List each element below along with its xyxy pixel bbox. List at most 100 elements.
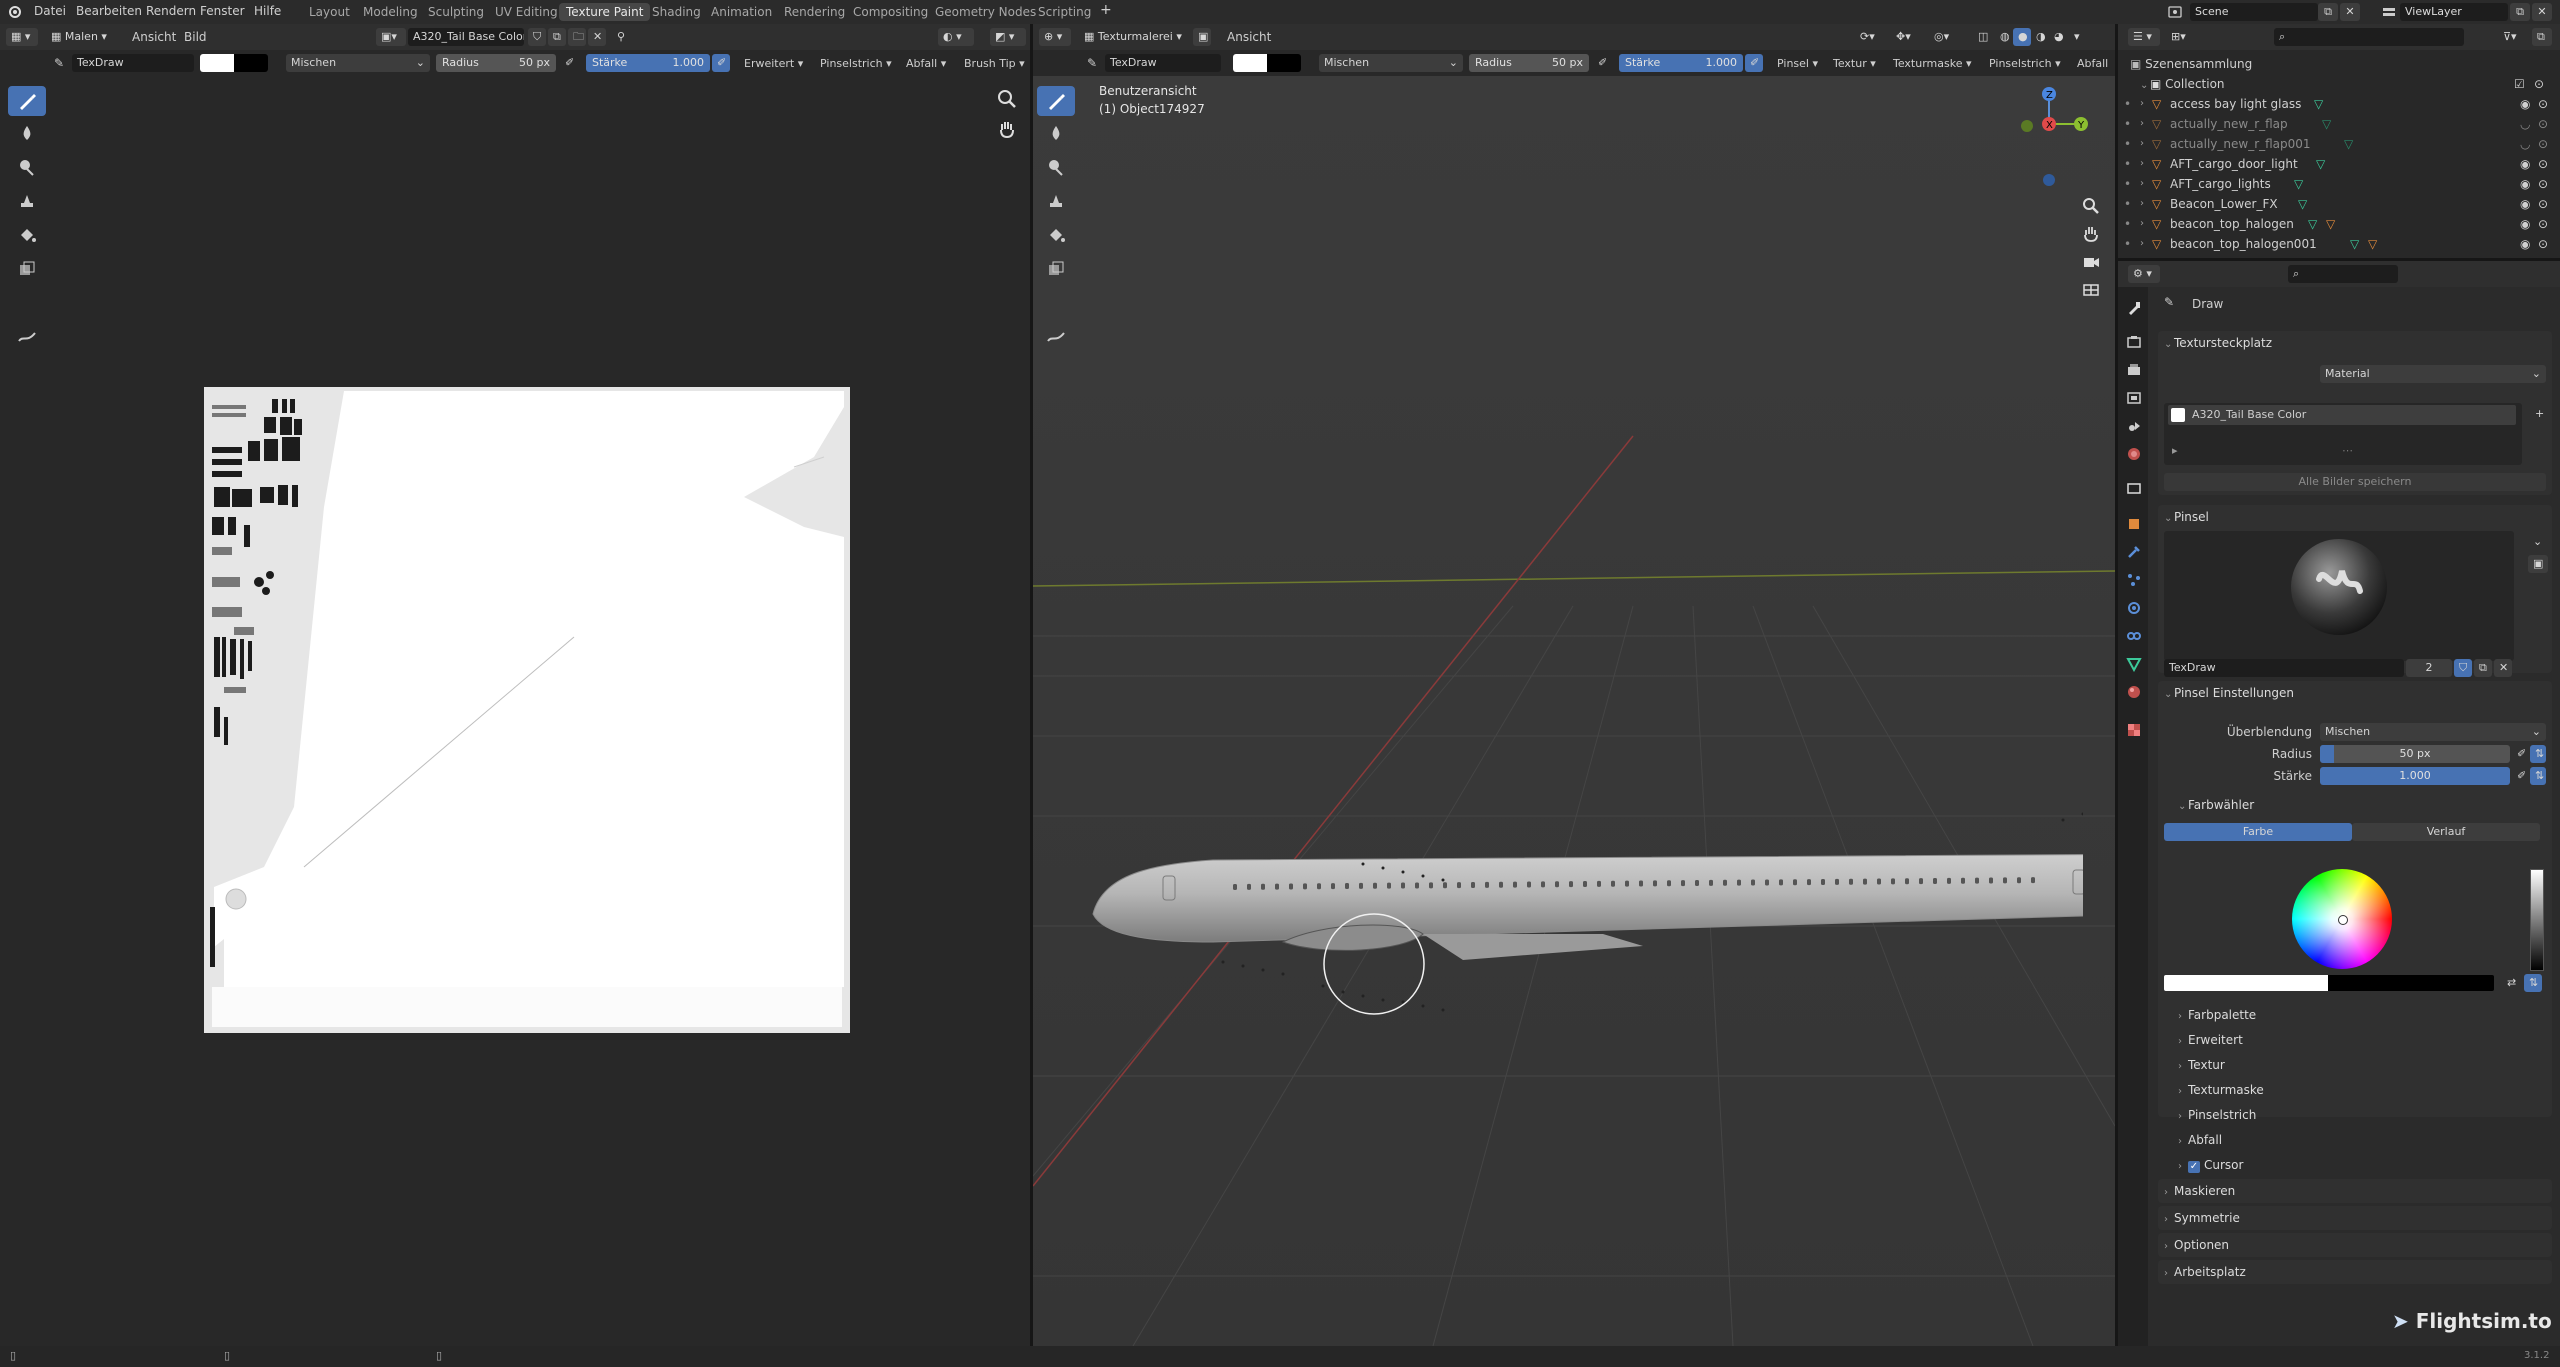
viewport-menu-texture-mask[interactable]: Texturmaske ▾ <box>1893 57 1972 70</box>
filter-icon[interactable]: ⊽▾ <box>2498 28 2528 46</box>
shading-rendered-icon[interactable]: ◕ <box>2049 28 2067 46</box>
shading-options-icon[interactable]: ▾ <box>2069 28 2089 46</box>
menu-brush-tip[interactable]: Brush Tip ▾ <box>964 57 1025 70</box>
viewport-pan-icon[interactable] <box>2081 224 2101 244</box>
particles-tab-icon[interactable] <box>2124 570 2144 590</box>
color-wheel-cursor[interactable] <box>2338 915 2348 925</box>
radius-slider[interactable]: Radius 50 px <box>436 54 556 72</box>
collection-checkbox[interactable]: ☑ <box>2514 74 2525 94</box>
viewport-secondary-color-swatch[interactable] <box>1267 54 1301 72</box>
output-tab-icon[interactable] <box>2124 360 2144 380</box>
viewport-menu-texture[interactable]: Textur ▾ <box>1833 57 1876 70</box>
collection-tab-icon[interactable] <box>2124 478 2144 498</box>
render-camera-icon[interactable]: ⊙ <box>2538 234 2548 254</box>
navigation-gizmo[interactable]: Z Y X <box>2019 84 2099 194</box>
swap-colors-icon[interactable]: ⇄ <box>2502 974 2520 992</box>
blend-mode-select[interactable]: Mischen ⌄ <box>286 54 430 72</box>
zoom-icon[interactable] <box>996 88 1018 110</box>
list-expand-icon[interactable]: ▸ <box>2172 444 2178 457</box>
render-camera-icon[interactable]: ⊙ <box>2538 154 2548 174</box>
properties-search-input[interactable]: ⌕ <box>2288 265 2398 283</box>
blender-logo-icon[interactable] <box>8 5 22 19</box>
render-camera-icon[interactable]: ⊙ <box>2538 194 2548 214</box>
transform-orientation-icon[interactable]: ⟳▾ <box>1855 28 1887 46</box>
brush-blend-select[interactable]: Mischen ⌄ <box>2320 723 2546 741</box>
add-workspace-icon[interactable]: + <box>1100 2 1112 18</box>
object-tab-icon[interactable] <box>2124 514 2144 534</box>
fill-tool-icon[interactable] <box>8 220 46 250</box>
tab-layout[interactable]: Layout <box>302 3 357 21</box>
viewport-fill-tool-icon[interactable] <box>1037 220 1075 250</box>
new-view-layer-icon[interactable]: ⧉ <box>2510 3 2530 21</box>
draw-tool-icon[interactable] <box>8 86 46 116</box>
menu-falloff[interactable]: Abfall ▾ <box>906 57 946 70</box>
world-tab-icon[interactable] <box>2124 444 2144 464</box>
viewport-smear-tool-icon[interactable] <box>1037 152 1075 182</box>
color-tab-button[interactable]: Farbe <box>2164 823 2352 841</box>
mask-tool-icon[interactable] <box>8 254 46 284</box>
texture-tab-icon[interactable] <box>2124 720 2144 740</box>
perspective-toggle-icon[interactable] <box>2081 280 2101 300</box>
brush-duplicate-icon[interactable]: ⧉ <box>2474 659 2492 677</box>
list-resize-handle[interactable]: ⋯ <box>2342 444 2353 457</box>
viewport-menu-stroke[interactable]: Pinselstrich ▾ <box>1989 57 2061 70</box>
subpanel-texture[interactable]: › Textur <box>2178 1053 2225 1077</box>
tab-texture-paint[interactable]: Texture Paint <box>559 3 651 21</box>
visibility-eye-icon[interactable]: ◉ <box>2520 194 2530 214</box>
brush-fake-user-icon[interactable]: ⛉ <box>2454 659 2472 677</box>
primary-color-swatch[interactable] <box>200 54 234 72</box>
image-browse-icon[interactable]: ▣▾ <box>376 28 406 46</box>
brush-primary-color[interactable] <box>2164 975 2328 991</box>
tab-sculpting[interactable]: Sculpting <box>421 3 491 21</box>
viewport-blend-mode-select[interactable]: Mischen ⌄ <box>1319 54 1463 72</box>
paint-mode-selector[interactable]: ▦ Malen ▾ <box>46 28 120 46</box>
visibility-eye-icon[interactable]: ◉ <box>2520 94 2530 114</box>
outliner-item[interactable]: • › ▽ AFT_cargo_door_light ▽ ◉ ⊙ <box>2118 154 2560 174</box>
panel-mask[interactable]: › Maskieren <box>2164 1179 2235 1203</box>
texture-slot-row[interactable]: A320_Tail Base Color <box>2168 405 2516 425</box>
tab-animation[interactable]: Animation <box>704 3 779 21</box>
visibility-eye-icon[interactable]: ◉ <box>2520 154 2530 174</box>
value-slider[interactable] <box>2530 869 2544 971</box>
texture-image-canvas[interactable] <box>204 387 850 1033</box>
panel-symmetry[interactable]: › Symmetrie <box>2164 1206 2240 1230</box>
menu-help[interactable]: Hilfe <box>254 4 281 18</box>
shading-solid-icon[interactable]: ● <box>2013 28 2031 46</box>
tab-compositing[interactable]: Compositing <box>846 3 935 21</box>
scene-selector[interactable]: Scene <box>2190 3 2318 21</box>
material-tab-icon[interactable] <box>2124 682 2144 702</box>
strength-slider[interactable]: Stärke 1.000 <box>586 54 710 72</box>
viewport-menu-view[interactable]: Ansicht <box>1227 30 1271 44</box>
save-all-images-button[interactable]: Alle Bilder speichern <box>2164 473 2546 491</box>
strength-pen-icon[interactable]: ✐ <box>2512 767 2528 785</box>
outliner-item[interactable]: • › ▽ beacon_top_halogen001 ▽ ▽ ◉ ⊙ <box>2118 234 2560 254</box>
clone-tool-icon[interactable] <box>8 186 46 216</box>
brush-name-field-props[interactable]: TexDraw <box>2164 659 2404 677</box>
brush-unlink-icon[interactable]: ✕ <box>2494 659 2512 677</box>
visibility-eye-icon[interactable]: ◉ <box>2520 214 2530 234</box>
render-camera-icon[interactable]: ⊙ <box>2538 174 2548 194</box>
tab-rendering[interactable]: Rendering <box>777 3 852 21</box>
shading-material-icon[interactable]: ◑ <box>2031 28 2049 46</box>
menu-advanced[interactable]: Erweitert ▾ <box>744 57 803 70</box>
texture-paint-mode-selector[interactable]: ▦ Texturmalerei ▾ <box>1079 28 1189 46</box>
tab-scripting[interactable]: Scripting <box>1031 3 1098 21</box>
add-texture-slot-icon[interactable]: + <box>2530 405 2548 423</box>
gizmo-toggle-icon[interactable]: ✥▾ <box>1891 28 1925 46</box>
outliner-root[interactable]: ▣ Szenensammlung <box>2130 54 2252 74</box>
brush-image-icon[interactable]: ▣ <box>2528 555 2548 573</box>
xray-toggle-icon[interactable]: ◫ <box>1973 28 1991 46</box>
menu-window[interactable]: Fenster <box>200 4 245 18</box>
strength-pressure-icon[interactable]: ✐ <box>712 54 730 72</box>
outliner-item[interactable]: • › ▽ AFT_cargo_lights ▽ ◉ ⊙ <box>2118 174 2560 194</box>
brush-users-count[interactable]: 2 <box>2406 659 2452 677</box>
view-layer-selector[interactable]: ViewLayer <box>2400 3 2508 21</box>
viewport-soften-tool-icon[interactable] <box>1037 118 1075 148</box>
viewport-primary-color-swatch[interactable] <box>1233 54 1267 72</box>
tab-modeling[interactable]: Modeling <box>356 3 425 21</box>
collection-camera-icon[interactable]: ⊙ <box>2534 74 2544 94</box>
image-name-field[interactable]: A320_Tail Base Color <box>408 28 524 46</box>
viewport-radius-slider[interactable]: Radius 50 px <box>1469 54 1589 72</box>
display-mode-icon[interactable]: ⊞▾ <box>2166 28 2196 46</box>
outliner-search-input[interactable]: ⌕ <box>2274 28 2464 46</box>
